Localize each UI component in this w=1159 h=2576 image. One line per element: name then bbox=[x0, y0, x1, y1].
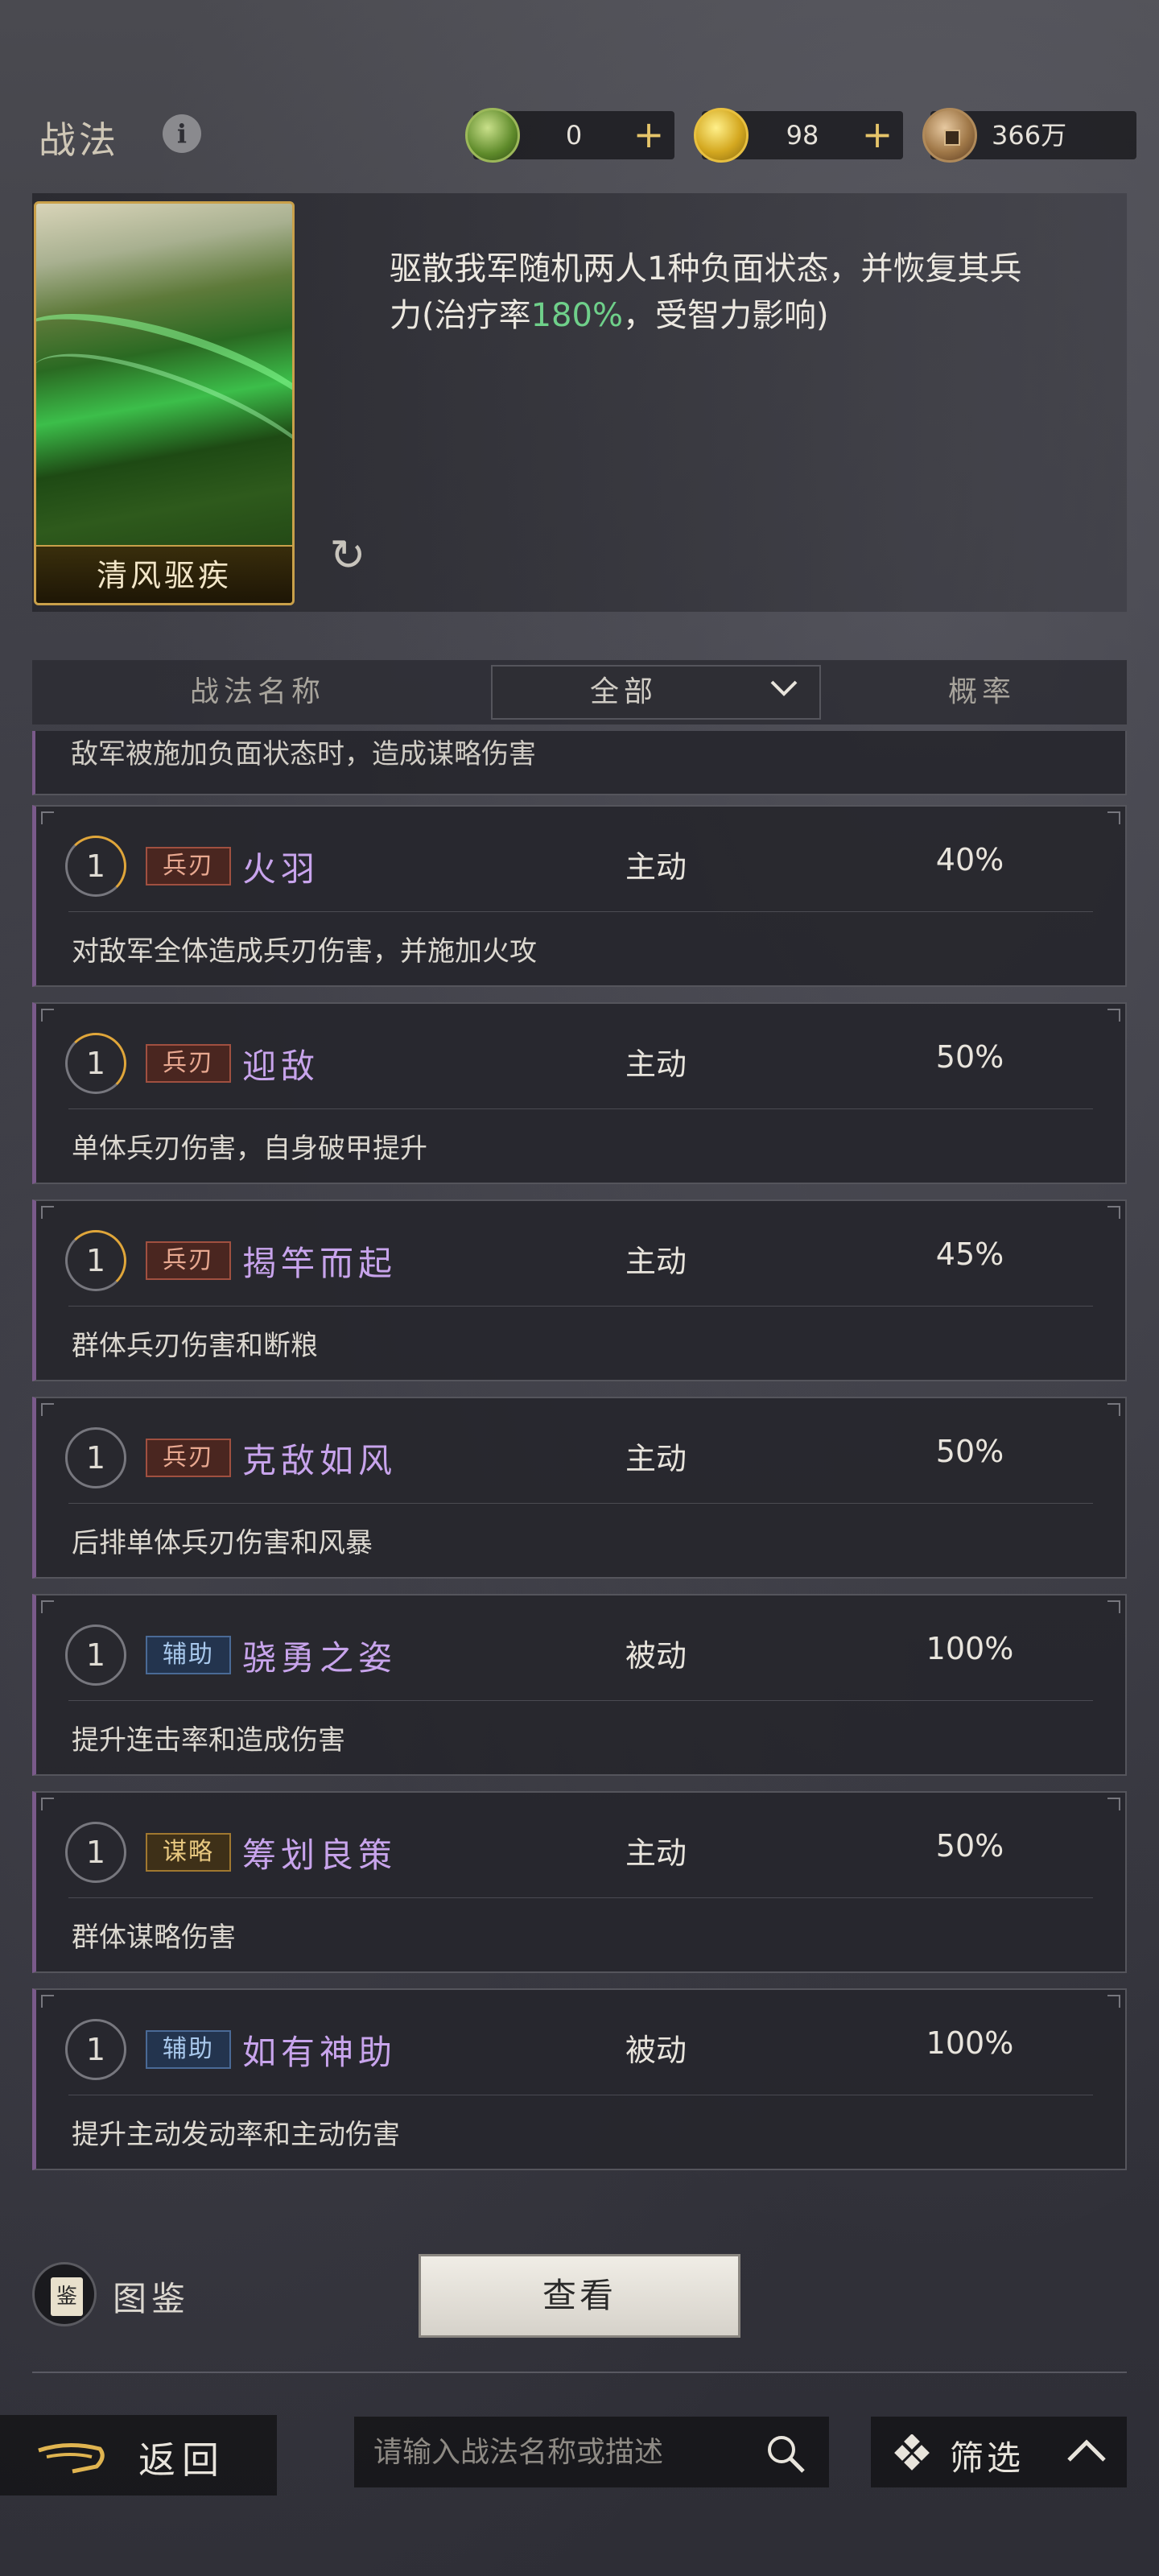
jade-coin-icon bbox=[465, 108, 520, 163]
row-divider bbox=[68, 911, 1093, 912]
tactic-rate: 45% bbox=[935, 1236, 1004, 1272]
tactic-desc: 群体兵刃伤害和断粮 bbox=[72, 1330, 318, 1362]
back-label: 返回 bbox=[138, 2438, 225, 2482]
tactic-desc: 提升连击率和造成伤害 bbox=[72, 1724, 345, 1757]
tactic-type: 主动 bbox=[625, 1835, 687, 1871]
search-icon[interactable] bbox=[765, 2433, 806, 2475]
row-divider bbox=[68, 1897, 1093, 1898]
tactic-description: 驱散我军随机两人1种负面状态，并恢复其兵力(治疗率180%，受智力影响) bbox=[390, 250, 1022, 334]
level-badge: 1 bbox=[65, 1624, 126, 1686]
category-tag: 辅助 bbox=[146, 1636, 231, 1674]
gold-coin-icon bbox=[694, 108, 749, 163]
tactic-desc: 提升主动发动率和主动伤害 bbox=[72, 2119, 400, 2151]
tactic-card[interactable]: 清风驱疾 bbox=[34, 201, 295, 605]
level-badge: 1 bbox=[65, 1822, 126, 1883]
tactic-rate: 50% bbox=[935, 1039, 1004, 1075]
level-badge: 1 bbox=[65, 2019, 126, 2080]
level-badge: 1 bbox=[65, 836, 126, 897]
list-item[interactable]: 1 辅助 骁勇之姿 被动 100% 提升连击率和造成伤害 bbox=[32, 1594, 1127, 1776]
tactic-type: 主动 bbox=[625, 849, 687, 885]
list-header: 战法名称 全部 概率 bbox=[32, 660, 1127, 724]
tactic-rate: 40% bbox=[935, 842, 1004, 877]
copper-coin-icon bbox=[922, 108, 977, 163]
category-tag: 兵刃 bbox=[146, 847, 231, 886]
level-badge: 1 bbox=[65, 1230, 126, 1291]
gold-resource: 98 + bbox=[694, 108, 903, 163]
tactic-name: 火羽 bbox=[242, 849, 320, 889]
dropdown-value: 全部 bbox=[589, 675, 658, 708]
tactic-name: 筹划良策 bbox=[242, 1835, 398, 1875]
row-divider bbox=[68, 1503, 1093, 1504]
tactic-desc: 单体兵刃伤害，自身破甲提升 bbox=[72, 1133, 427, 1165]
copper-resource: 366万 bbox=[922, 108, 1136, 163]
jade-amount: 0 bbox=[565, 120, 583, 151]
refresh-icon[interactable]: ↻ bbox=[324, 531, 372, 580]
tactic-rate: 100% bbox=[926, 2025, 1014, 2061]
list-item[interactable]: 敌军被施加负面状态时，造成谋略伤害 bbox=[32, 731, 1127, 795]
search-input[interactable] bbox=[373, 2428, 760, 2476]
codex-icon: 鉴 bbox=[32, 2262, 97, 2326]
list-item[interactable]: 1 兵刃 迎敌 主动 50% 单体兵刃伤害，自身破甲提升 bbox=[32, 1002, 1127, 1184]
list-item[interactable]: 1 兵刃 揭竿而起 主动 45% 群体兵刃伤害和断粮 bbox=[32, 1199, 1127, 1381]
tactic-list[interactable]: 敌军被施加负面状态时，造成谋略伤害 1 兵刃 火羽 主动 40% 对敌军全体造成兵刃伤害，… bbox=[32, 731, 1127, 2180]
category-tag: 兵刃 bbox=[146, 1044, 231, 1083]
chevron-up-icon[interactable] bbox=[1066, 2439, 1107, 2463]
tactic-rate: 50% bbox=[935, 1828, 1004, 1864]
list-item[interactable]: 1 兵刃 克敌如风 主动 50% 后排单体兵刃伤害和风暴 bbox=[32, 1397, 1127, 1579]
tactic-rate: 50% bbox=[935, 1434, 1004, 1469]
filter-icon bbox=[894, 2434, 930, 2471]
col-name-header: 战法名称 bbox=[189, 675, 325, 708]
tactic-name: 克敌如风 bbox=[242, 1441, 398, 1480]
info-icon[interactable]: i bbox=[163, 114, 201, 153]
tactic-type: 被动 bbox=[625, 1638, 687, 1674]
row-divider bbox=[68, 1108, 1093, 1109]
filter-label: 筛选 bbox=[950, 2438, 1025, 2478]
tactic-type: 主动 bbox=[625, 1441, 687, 1476]
jade-resource: 0 + bbox=[465, 108, 674, 163]
list-item[interactable]: 1 辅助 如有神助 被动 100% 提升主动发动率和主动伤害 bbox=[32, 1988, 1127, 2170]
level-badge: 1 bbox=[65, 1033, 126, 1094]
divider bbox=[32, 2372, 1127, 2373]
tactic-name: 迎敌 bbox=[242, 1046, 320, 1086]
gold-amount: 98 bbox=[786, 120, 819, 151]
tactic-rate: 100% bbox=[926, 1631, 1014, 1666]
category-tag: 谋略 bbox=[146, 1833, 231, 1872]
view-button[interactable]: 查看 bbox=[419, 2254, 740, 2338]
level-badge: 1 bbox=[65, 1427, 126, 1488]
codex-button[interactable]: 鉴 图鉴 bbox=[32, 2259, 241, 2331]
page-title: 战法 bbox=[39, 118, 119, 162]
back-button[interactable]: 返回 bbox=[0, 2415, 277, 2496]
search-box bbox=[354, 2417, 829, 2487]
back-arrow-icon bbox=[38, 2442, 105, 2474]
tactic-desc: 敌军被施加负面状态时，造成谋略伤害 bbox=[71, 738, 536, 770]
tactic-name: 揭竿而起 bbox=[242, 1244, 398, 1283]
category-tag: 兵刃 bbox=[146, 1439, 231, 1477]
add-gold-button[interactable]: + bbox=[858, 111, 897, 159]
list-item[interactable]: 1 谋略 筹划良策 主动 50% 群体谋略伤害 bbox=[32, 1791, 1127, 1973]
tactic-type: 被动 bbox=[625, 2033, 687, 2068]
category-tag: 辅助 bbox=[146, 2030, 231, 2069]
add-jade-button[interactable]: + bbox=[629, 111, 668, 159]
tactic-desc: 群体谋略伤害 bbox=[72, 1922, 236, 1954]
heal-rate-highlight: 180% bbox=[530, 297, 623, 334]
tactic-type: 主动 bbox=[625, 1046, 687, 1082]
type-filter-dropdown[interactable]: 全部 bbox=[491, 665, 821, 720]
chevron-down-icon bbox=[770, 680, 798, 696]
category-tag: 兵刃 bbox=[146, 1241, 231, 1280]
filter-button[interactable]: 筛选 bbox=[871, 2417, 1127, 2487]
tactic-name: 骁勇之姿 bbox=[242, 1638, 398, 1678]
tactic-name: 如有神助 bbox=[242, 2033, 398, 2072]
top-bar: 战法 i 0 + 98 + 366万 bbox=[0, 97, 1159, 177]
col-rate-header: 概率 bbox=[947, 675, 1016, 708]
row-divider bbox=[68, 1700, 1093, 1701]
tactic-desc: 后排单体兵刃伤害和风暴 bbox=[72, 1527, 373, 1559]
codex-label: 图鉴 bbox=[113, 2279, 191, 2318]
tactic-desc: 对敌军全体造成兵刃伤害，并施加火攻 bbox=[72, 935, 537, 968]
row-divider bbox=[68, 1306, 1093, 1307]
tactic-type: 主动 bbox=[625, 1244, 687, 1279]
list-item[interactable]: 1 兵刃 火羽 主动 40% 对敌军全体造成兵刃伤害，并施加火攻 bbox=[32, 805, 1127, 987]
copper-amount: 366万 bbox=[992, 120, 1067, 151]
card-name: 清风驱疾 bbox=[36, 545, 292, 603]
